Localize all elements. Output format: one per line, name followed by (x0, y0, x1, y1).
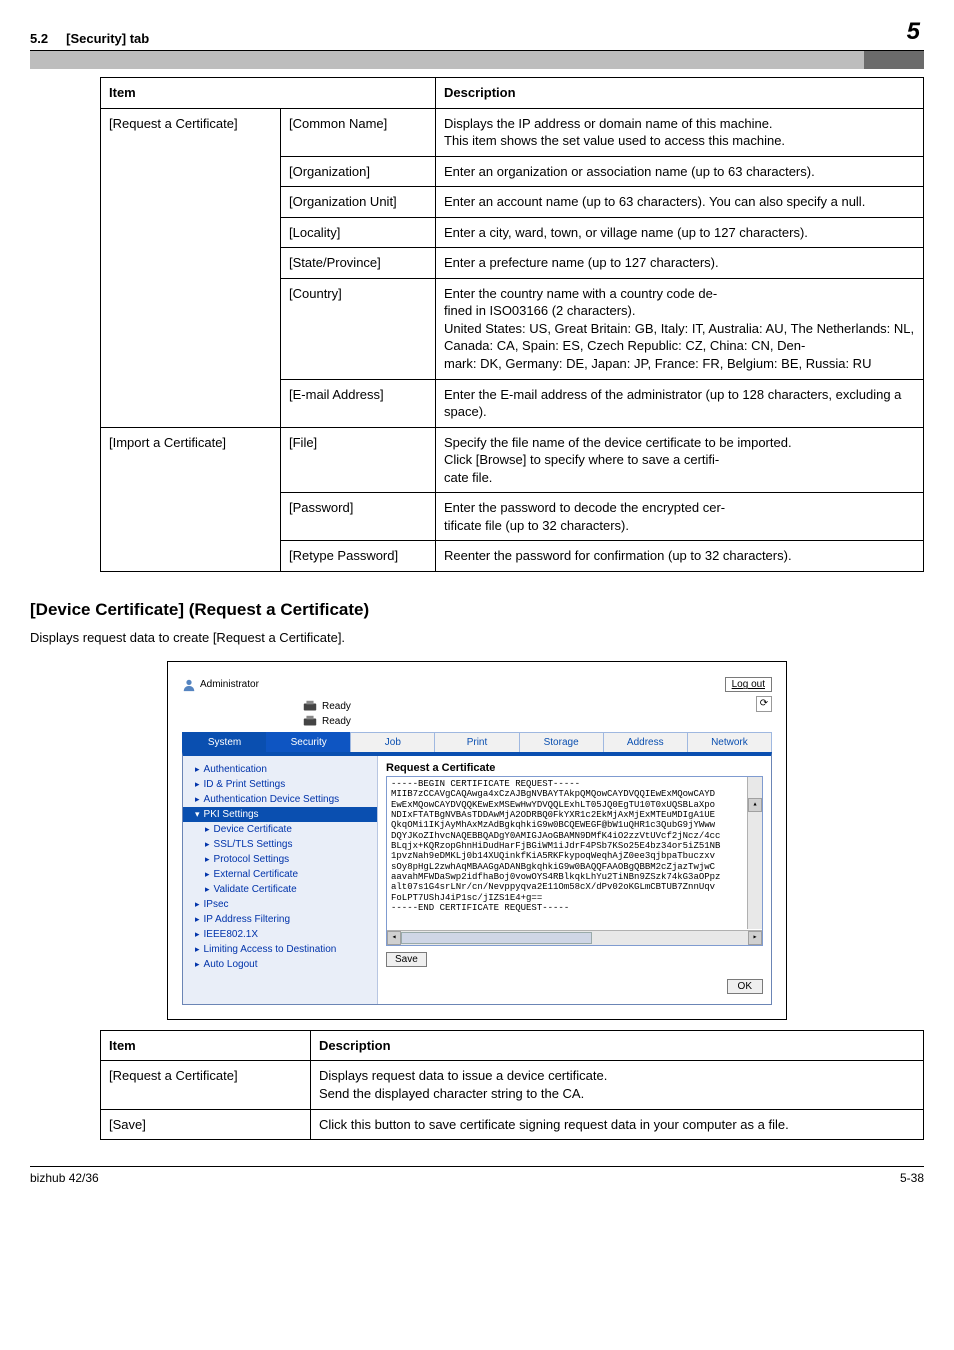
table-row: [Import a Certificate] [File] Specify th… (101, 427, 924, 493)
tab-address[interactable]: Address (603, 732, 688, 752)
sidebar-item-pki[interactable]: PKI Settings (183, 807, 377, 822)
sidebar-item-limiting[interactable]: Limiting Access to Destination (183, 942, 377, 957)
field-cell: [Organization] (281, 156, 436, 187)
sidebar-item-valcert[interactable]: Validate Certificate (183, 882, 377, 897)
ok-button[interactable]: OK (727, 979, 763, 994)
table-row: [Request a Certificate] [Common Name] Di… (101, 108, 924, 156)
printer-icon (302, 715, 318, 729)
section-num: 5.2 (30, 31, 48, 46)
section-lead: Displays request data to create [Request… (30, 630, 924, 645)
group-cell: [Request a Certificate] (101, 108, 281, 427)
field-cell: [File] (281, 427, 436, 493)
sidebar-item-auth[interactable]: Authentication (183, 762, 377, 777)
settings-table: Item Description [Request a Certificate]… (100, 77, 924, 572)
desc-cell: Enter an organization or association nam… (436, 156, 924, 187)
sidebar-item-autologout[interactable]: Auto Logout (183, 957, 377, 972)
save-button[interactable]: Save (386, 952, 427, 967)
page-header: 5.2 [Security] tab 5 (30, 0, 924, 51)
admin-label-text: Administrator (200, 679, 259, 690)
table-row: [Save] Click this button to save certifi… (101, 1109, 924, 1140)
ready-text: Ready (322, 716, 351, 727)
content-pane: Request a Certificate -----BEGIN CERTIFI… (378, 756, 771, 1004)
item-cell: [Save] (101, 1109, 311, 1140)
tab-job[interactable]: Job (350, 732, 435, 752)
section-heading: [Device Certificate] (Request a Certific… (30, 600, 924, 620)
desc-cell: Enter the password to decode the encrypt… (436, 493, 924, 541)
section-title: [Security] tab (66, 31, 149, 46)
field-cell: [State/Province] (281, 248, 436, 279)
printer-icon (302, 700, 318, 714)
table-header-row: Item Description (101, 78, 924, 109)
field-cell: [E-mail Address] (281, 379, 436, 427)
sidebar-item-protocol[interactable]: Protocol Settings (183, 852, 377, 867)
desc-cell: Enter the E-mail address of the administ… (436, 379, 924, 427)
tab-storage[interactable]: Storage (519, 732, 604, 752)
footer-page: 5-38 (900, 1171, 924, 1185)
table-header-row: Item Description (101, 1030, 924, 1061)
sidebar: Authentication ID & Print Settings Authe… (183, 756, 378, 1004)
tab-print[interactable]: Print (434, 732, 519, 752)
scroll-left-icon[interactable]: ◂ (387, 931, 401, 945)
ready-text: Ready (322, 701, 351, 712)
desc-cell: Enter an account name (up to 63 characte… (436, 187, 924, 218)
field-cell: [Common Name] (281, 108, 436, 156)
certificate-text: -----BEGIN CERTIFICATE REQUEST----- MIIB… (391, 779, 720, 913)
field-cell: [Locality] (281, 217, 436, 248)
col-desc: Description (311, 1030, 924, 1061)
table-row: [Request a Certificate] Displays request… (101, 1061, 924, 1109)
status-block: Ready Ready (302, 700, 351, 729)
sidebar-item-idprint[interactable]: ID & Print Settings (183, 777, 377, 792)
description-table: Item Description [Request a Certificate]… (100, 1030, 924, 1140)
desc-cell: Displays request data to issue a device … (311, 1061, 924, 1109)
sidebar-item-ipsec[interactable]: IPsec (183, 897, 377, 912)
desc-cell: Displays the IP address or domain name o… (436, 108, 924, 156)
field-cell: [Organization Unit] (281, 187, 436, 218)
header-accent (30, 51, 924, 69)
certificate-textarea[interactable]: -----BEGIN CERTIFICATE REQUEST----- MIIB… (386, 776, 763, 946)
group-cell: [Import a Certificate] (101, 427, 281, 571)
desc-cell: Enter a city, ward, town, or village nam… (436, 217, 924, 248)
admin-icon (182, 678, 196, 692)
section-label: 5.2 [Security] tab (30, 31, 149, 46)
logout-button[interactable]: Log out (725, 677, 772, 692)
sidebar-item-ssltls[interactable]: SSL/TLS Settings (183, 837, 377, 852)
col-item: Item (101, 1030, 311, 1061)
desc-cell: Reenter the password for confirmation (u… (436, 541, 924, 572)
sidebar-item-ieee[interactable]: IEEE802.1X (183, 927, 377, 942)
vertical-scrollbar[interactable]: ▴ (747, 777, 762, 929)
desc-cell: Enter a prefecture name (up to 127 chara… (436, 248, 924, 279)
field-cell: [Retype Password] (281, 541, 436, 572)
sidebar-item-ipfilter[interactable]: IP Address Filtering (183, 912, 377, 927)
desc-cell: Specify the file name of the device cert… (436, 427, 924, 493)
col-item: Item (101, 78, 436, 109)
footer-model: bizhub 42/36 (30, 1171, 99, 1185)
field-cell: [Password] (281, 493, 436, 541)
tab-system[interactable]: System (182, 732, 267, 752)
refresh-icon[interactable]: ⟳ (756, 696, 772, 712)
page-footer: bizhub 42/36 5-38 (30, 1166, 924, 1185)
tab-security[interactable]: Security (266, 732, 351, 752)
desc-cell: Enter the country name with a country co… (436, 278, 924, 379)
horizontal-scrollbar[interactable]: ◂ ▸ (387, 930, 762, 945)
sidebar-item-authdev[interactable]: Authentication Device Settings (183, 792, 377, 807)
col-desc: Description (436, 78, 924, 109)
desc-cell: Click this button to save certificate si… (311, 1109, 924, 1140)
tab-network[interactable]: Network (687, 732, 772, 752)
tab-bar: System Security Job Print Storage Addres… (182, 732, 772, 752)
scroll-right-icon[interactable]: ▸ (748, 931, 762, 945)
scroll-thumb[interactable] (401, 932, 592, 944)
admin-label: Administrator (182, 678, 259, 692)
scroll-up-icon[interactable]: ▴ (748, 798, 762, 812)
chapter-number: 5 (907, 18, 924, 46)
field-cell: [Country] (281, 278, 436, 379)
admin-screenshot: Administrator Log out Ready Ready ⟳ Syst… (167, 661, 787, 1020)
sidebar-item-extcert[interactable]: External Certificate (183, 867, 377, 882)
sidebar-item-devcert[interactable]: Device Certificate (183, 822, 377, 837)
item-cell: [Request a Certificate] (101, 1061, 311, 1109)
content-heading: Request a Certificate (386, 762, 763, 774)
